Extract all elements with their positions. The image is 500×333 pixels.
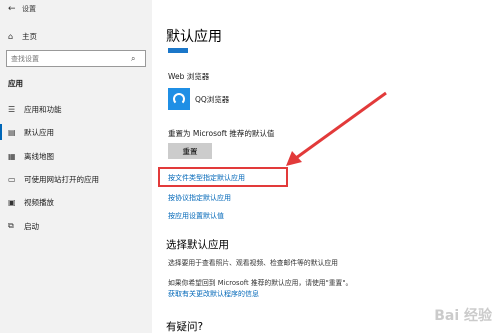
faq-title: 有疑问? xyxy=(166,321,204,333)
video-icon: ▣ xyxy=(8,197,16,207)
search-icon[interactable]: ⌕ xyxy=(131,54,135,64)
link-by-file-type[interactable]: 按文件类型指定默认应用 xyxy=(168,173,245,183)
nav-home-label: 主页 xyxy=(22,31,37,41)
qq-browser-icon xyxy=(168,88,190,110)
sidebar-item-label: 启动 xyxy=(24,221,39,231)
main-content: 默认应用 Web 浏览器 QQ浏览器 重置为 Microsoft 推荐的默认值 … xyxy=(152,0,500,333)
back-arrow-icon[interactable]: ← xyxy=(8,4,22,14)
title-bar: ← 设置 xyxy=(0,0,152,18)
app-icon-partial xyxy=(168,48,188,53)
sidebar-item-startup[interactable]: ⧉ 启动 xyxy=(0,218,152,234)
link-by-app[interactable]: 按应用设置默认值 xyxy=(168,211,224,221)
sidebar-item-label: 默认应用 xyxy=(24,127,54,137)
list-icon: ☰ xyxy=(8,104,16,114)
search-box[interactable]: ⌕ xyxy=(6,50,146,67)
sidebar-item-label: 应用和功能 xyxy=(24,104,62,114)
choose-default-title: 选择默认应用 xyxy=(166,239,229,251)
choose-default-desc: 选择要用于查看照片、观看视频、检查邮件等的默认应用 xyxy=(168,259,338,267)
recommend-text: 如果你希望回到 Microsoft 推荐的默认应用，请使用"重置"。 xyxy=(168,279,353,287)
page-title: 默认应用 xyxy=(166,29,222,45)
home-icon: ⌂ xyxy=(8,31,14,41)
watermark-logo: Bai 经验 xyxy=(434,308,492,324)
search-input[interactable] xyxy=(11,54,131,63)
browser-selector[interactable]: QQ浏览器 xyxy=(168,88,229,110)
sidebar-item-video-playback[interactable]: ▣ 视频播放 xyxy=(0,194,152,210)
browser-name: QQ浏览器 xyxy=(195,94,230,104)
sidebar-item-offline-maps[interactable]: ▦ 离线地图 xyxy=(0,148,152,164)
sidebar: ← 设置 ⌂ 主页 ⌕ 应用 ☰ 应用和功能 ▤ 默认应用 ▦ 离线地图 ▭ 可… xyxy=(0,0,152,333)
sidebar-item-web-apps[interactable]: ▭ 可使用网站打开的应用 xyxy=(0,171,152,187)
web-browser-label: Web 浏览器 xyxy=(168,72,210,81)
sidebar-item-apps-features[interactable]: ☰ 应用和功能 xyxy=(0,101,152,117)
more-info-link[interactable]: 获取有关更改默认程序的信息 xyxy=(168,289,259,299)
map-icon: ▦ xyxy=(8,151,16,161)
startup-icon: ⧉ xyxy=(8,221,14,230)
web-app-icon: ▭ xyxy=(8,174,16,184)
link-by-protocol[interactable]: 按协议指定默认应用 xyxy=(168,193,231,203)
sidebar-item-label: 视频播放 xyxy=(24,197,54,207)
nav-home[interactable]: ⌂ 主页 xyxy=(0,28,152,44)
sidebar-item-label: 离线地图 xyxy=(24,151,54,161)
sidebar-item-default-apps[interactable]: ▤ 默认应用 xyxy=(0,124,152,140)
default-apps-icon: ▤ xyxy=(8,127,16,137)
window-title: 设置 xyxy=(22,5,36,13)
sidebar-item-label: 可使用网站打开的应用 xyxy=(24,174,99,184)
reset-label: 重置为 Microsoft 推荐的默认值 xyxy=(168,129,275,138)
reset-button[interactable]: 重置 xyxy=(168,143,212,159)
sidebar-section-label: 应用 xyxy=(8,79,23,88)
